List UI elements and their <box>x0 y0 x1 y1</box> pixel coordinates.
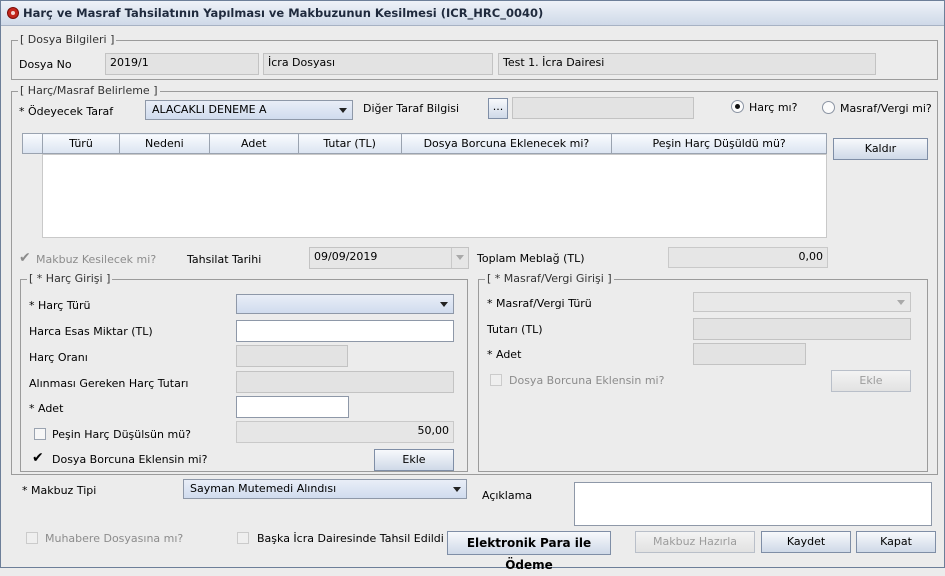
chevron-down-icon <box>897 300 905 305</box>
harc-table-header: Türü Nedeni Adet Tutar (TL) Dosya Borcun… <box>42 133 827 154</box>
harc-adet-label: * Adet <box>29 402 64 415</box>
masraf-ekle-button[interactable]: Ekle <box>831 370 911 392</box>
harc-turu-label: * Harç Türü <box>29 299 91 312</box>
pesin-harc-label: Peşin Harç Düşülsün mü? <box>52 428 191 441</box>
harc-dosya-borcu-checkbox[interactable]: ✔ <box>32 451 44 465</box>
chevron-down-icon <box>440 302 448 307</box>
kaldir-button[interactable]: Kaldır <box>833 138 928 160</box>
masraf-adet-field <box>693 343 806 365</box>
makbuz-kesilecek-label: Makbuz Kesilecek mi? <box>36 253 157 266</box>
toplam-meblag-field: 0,00 <box>668 247 828 268</box>
kapat-button[interactable]: Kapat <box>856 531 936 553</box>
column-header-tutar[interactable]: Tutar (TL) <box>297 133 402 154</box>
harc-turu-select[interactable] <box>236 294 454 314</box>
column-header-dosya-borcu[interactable]: Dosya Borcuna Eklenecek mi? <box>400 133 613 154</box>
dosya-no-field: 2019/1 <box>105 53 259 75</box>
pesin-harc-checkbox[interactable] <box>34 428 46 440</box>
calendar-dropdown-icon[interactable] <box>451 248 468 268</box>
diger-taraf-label: Diğer Taraf Bilgisi <box>363 102 460 115</box>
makbuz-tipi-select[interactable]: Sayman Mutemedi Alındısı <box>183 479 467 499</box>
harc-dosya-borcu-label: Dosya Borcuna Eklensin mi? <box>52 453 208 466</box>
app-logo-icon <box>7 7 19 19</box>
aciklama-label: Açıklama <box>482 489 533 502</box>
odeyecek-taraf-select[interactable]: ALACAKLI DENEME A <box>145 100 353 120</box>
harca-esas-label: Harca Esas Miktar (TL) <box>29 325 153 338</box>
toplam-meblag-label: Toplam Meblağ (TL) <box>477 252 585 265</box>
masraf-dosya-borcu-label: Dosya Borcuna Eklensin mi? <box>509 374 665 387</box>
aciklama-textarea[interactable] <box>574 482 932 526</box>
tahsilat-tarihi-label: Tahsilat Tarihi <box>187 253 262 266</box>
harc-masraf-title: [ Harç/Masraf Belirleme ] <box>18 84 160 97</box>
elektronik-para-button[interactable]: Elektronik Para ile Ödeme <box>447 531 611 572</box>
main-window: Harç ve Masraf Tahsilatının Yapılması ve… <box>0 0 945 572</box>
makbuz-hazirla-button[interactable]: Makbuz Hazırla <box>635 531 755 553</box>
harc-radio[interactable] <box>731 100 744 113</box>
baska-icra-label: Başka İcra Dairesinde Tahsil Edildi <box>257 532 444 545</box>
diger-taraf-browse-button[interactable]: ... <box>488 98 508 119</box>
muhabere-checkbox[interactable] <box>26 532 38 544</box>
gereken-harc-field <box>236 371 454 393</box>
masraf-radio[interactable] <box>822 101 835 114</box>
kaydet-button[interactable]: Kaydet <box>761 531 851 553</box>
gereken-harc-label: Alınması Gereken Harç Tutarı <box>29 377 189 390</box>
chevron-down-icon <box>339 108 347 113</box>
dosya-type-field: İcra Dosyası <box>263 53 493 75</box>
diger-taraf-field <box>512 97 694 119</box>
dosya-bilgileri-title: [ Dosya Bilgileri ] <box>18 33 117 46</box>
masraf-tutar-field <box>693 318 911 340</box>
odeyecek-taraf-label: * Ödeyecek Taraf <box>19 105 114 118</box>
column-header-adet[interactable]: Adet <box>208 133 299 154</box>
harc-orani-label: Harç Oranı <box>29 351 88 364</box>
tahsilat-tarihi-field[interactable]: 09/09/2019 <box>309 247 469 269</box>
odeyecek-taraf-value: ALACAKLI DENEME A <box>152 103 267 116</box>
harc-radio-label: Harç mı? <box>749 101 798 114</box>
pesin-harc-field: 50,00 <box>236 421 454 443</box>
makbuz-tipi-label: * Makbuz Tipi <box>22 484 97 497</box>
harca-esas-input[interactable] <box>236 320 454 342</box>
masraf-turu-select[interactable] <box>693 292 911 312</box>
makbuz-kesilecek-checkbox[interactable]: ✔ <box>19 251 31 265</box>
masraf-girisi-title: [ * Masraf/Vergi Girişi ] <box>485 272 614 285</box>
harc-adet-input[interactable] <box>236 396 349 418</box>
column-header-turu[interactable]: Türü <box>42 133 120 154</box>
column-header-nedeni[interactable]: Nedeni <box>118 133 210 154</box>
harc-table-body[interactable] <box>42 154 827 238</box>
harc-girisi-title: [ * Harç Girişi ] <box>27 272 113 285</box>
dosya-office-field: Test 1. İcra Dairesi <box>498 53 876 75</box>
harc-orani-field <box>236 345 348 367</box>
title-bar: Harç ve Masraf Tahsilatının Yapılması ve… <box>1 1 944 26</box>
masraf-dosya-borcu-checkbox[interactable] <box>490 374 502 386</box>
masraf-tutar-label: Tutarı (TL) <box>487 323 543 336</box>
muhabere-label: Muhabere Dosyasına mı? <box>45 532 184 545</box>
harc-ekle-button[interactable]: Ekle <box>374 449 454 471</box>
baska-icra-checkbox[interactable] <box>237 532 249 544</box>
masraf-adet-label: * Adet <box>487 348 522 361</box>
window-title: Harç ve Masraf Tahsilatının Yapılması ve… <box>23 6 544 20</box>
column-header-pesin-harc[interactable]: Peşin Harç Düşüldü mü? <box>611 133 827 154</box>
dosya-no-label: Dosya No <box>19 58 72 71</box>
harc-table-corner <box>22 133 43 154</box>
masraf-turu-label: * Masraf/Vergi Türü <box>487 297 592 310</box>
chevron-down-icon <box>453 487 461 492</box>
masraf-radio-label: Masraf/Vergi mi? <box>840 102 932 115</box>
